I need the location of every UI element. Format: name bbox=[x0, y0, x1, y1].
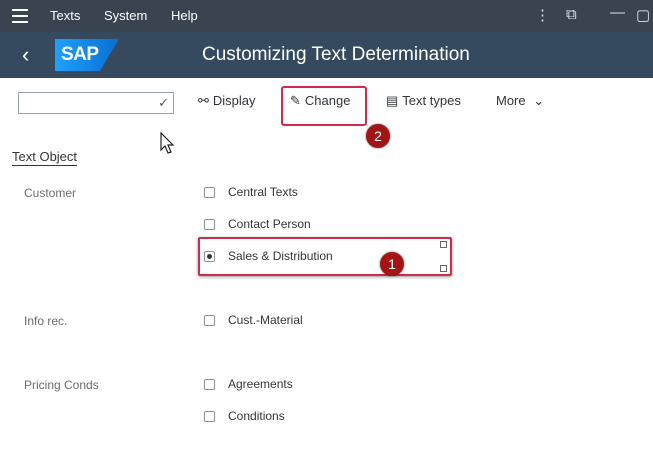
sap-logo: SAP bbox=[55, 39, 119, 71]
document-icon: ▤ bbox=[386, 93, 399, 108]
more-button[interactable]: More ⌄ bbox=[496, 93, 548, 109]
group-label-info-rec: Info rec. bbox=[24, 314, 68, 328]
page-title: Customizing Text Determination bbox=[202, 44, 470, 65]
mouse-cursor-icon bbox=[160, 132, 175, 154]
group-label-customer: Customer bbox=[24, 186, 77, 200]
chevron-down-icon: ⌄ bbox=[533, 93, 545, 108]
step-badge-2: 2 bbox=[366, 124, 390, 148]
radio-button[interactable] bbox=[204, 379, 215, 390]
section-title: Text Object bbox=[12, 149, 78, 166]
menu-help[interactable]: Help bbox=[171, 8, 198, 23]
radio-button[interactable] bbox=[204, 411, 215, 422]
menu-system[interactable]: System bbox=[104, 8, 147, 23]
menu-texts[interactable]: Texts bbox=[50, 8, 80, 23]
new-window-icon[interactable]: ⧉ bbox=[566, 6, 577, 23]
back-icon[interactable]: ‹ bbox=[22, 42, 29, 68]
text-types-button[interactable]: ▤ Text types bbox=[386, 93, 461, 109]
group-label-pricing-conds: Pricing Conds bbox=[24, 378, 99, 392]
command-field[interactable]: ✓ bbox=[18, 92, 174, 114]
more-vertical-icon[interactable]: ⋮ bbox=[535, 6, 550, 24]
step-badge-1: 1 bbox=[380, 252, 404, 276]
minimize-icon[interactable]: — bbox=[610, 4, 625, 21]
radio-button[interactable] bbox=[204, 315, 215, 326]
radio-button[interactable] bbox=[204, 187, 215, 198]
menu-bar: Texts System Help ⋮ ⧉ — ▢ bbox=[0, 0, 653, 32]
radio-button[interactable] bbox=[204, 219, 215, 230]
glasses-icon: ⚯ bbox=[198, 93, 209, 108]
change-highlight bbox=[281, 86, 367, 126]
title-bar: ‹ SAP Customizing Text Determination bbox=[0, 32, 653, 78]
hamburger-icon[interactable] bbox=[12, 9, 28, 23]
checkmark-icon[interactable]: ✓ bbox=[158, 95, 169, 111]
display-button[interactable]: ⚯ Display bbox=[198, 93, 256, 109]
sales-distribution-highlight bbox=[198, 237, 452, 276]
maximize-icon[interactable]: ▢ bbox=[636, 6, 650, 24]
